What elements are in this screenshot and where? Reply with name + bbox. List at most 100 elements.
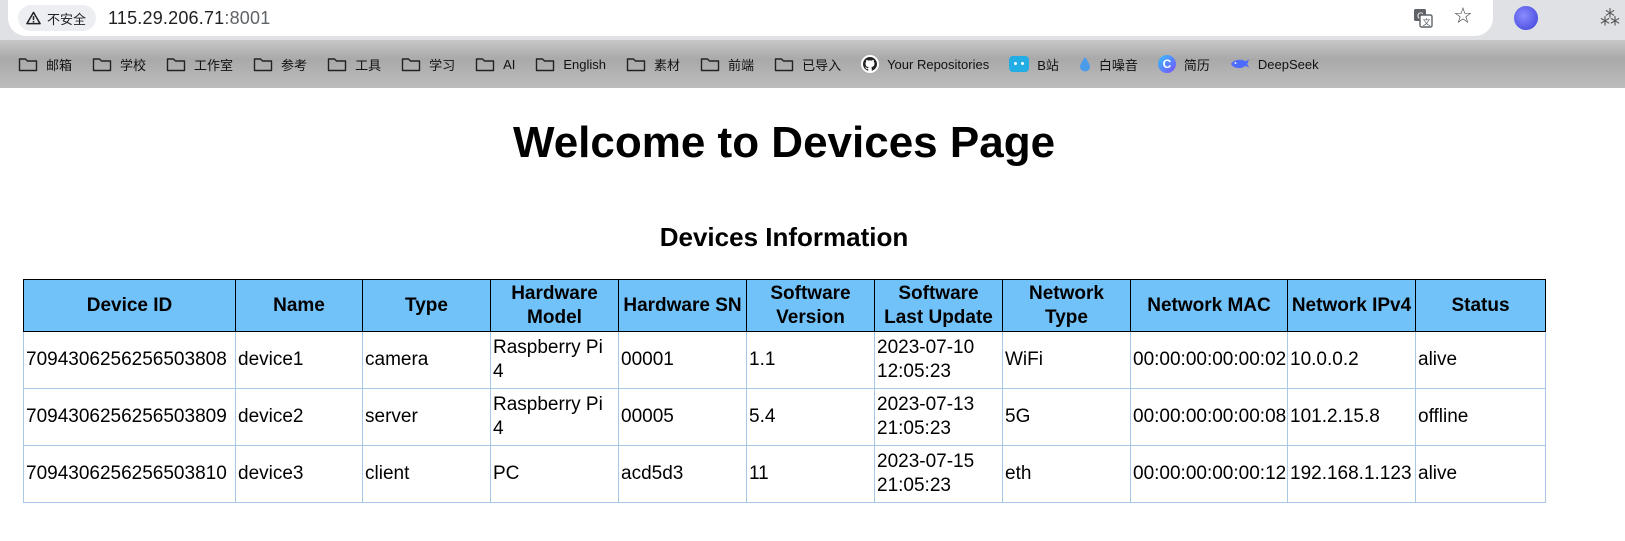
bookmark-label: Your Repositories xyxy=(887,56,990,72)
deepseek-whale-icon xyxy=(1230,57,1250,71)
table-cell: 00:00:00:00:00:12 xyxy=(1130,445,1288,503)
bookmark-item[interactable]: 工具 xyxy=(319,49,389,79)
bookmark-item[interactable]: English xyxy=(527,49,614,79)
bookmark-label: 学校 xyxy=(120,57,147,73)
bookmark-label: B站 xyxy=(1037,57,1059,73)
table-cell: 11 xyxy=(746,445,875,503)
folder-icon xyxy=(626,56,646,72)
table-cell: offline xyxy=(1415,388,1546,446)
table-cell: 2023-07-13 21:05:23 xyxy=(874,388,1003,446)
bookmark-label: 已导入 xyxy=(802,57,842,73)
resume-app-icon: C xyxy=(1157,55,1176,73)
bilibili-icon xyxy=(1009,56,1030,72)
folder-icon xyxy=(253,56,273,72)
column-header: Name xyxy=(235,279,363,332)
table-cell: 00:00:00:00:00:02 xyxy=(1130,331,1288,389)
table-cell: 5G xyxy=(1002,388,1131,446)
table-cell: 7094306256256503810 xyxy=(23,445,236,503)
folder-icon xyxy=(327,56,347,72)
url-port: :8001 xyxy=(224,8,271,28)
bookmark-item[interactable]: 工作室 xyxy=(158,49,241,79)
bookmark-item[interactable]: B站 xyxy=(1001,49,1067,79)
bookmark-label: 参考 xyxy=(281,57,308,73)
table-cell: 5.4 xyxy=(746,388,875,446)
bookmark-label: 白噪音 xyxy=(1098,57,1138,73)
bookmark-label: 学习 xyxy=(429,57,456,73)
bookmark-item[interactable]: C 简历 xyxy=(1150,49,1218,79)
bookmark-label: 素材 xyxy=(654,57,681,73)
column-header: Software Version xyxy=(746,279,875,332)
bookmark-label: AI xyxy=(503,56,516,72)
table-cell: device3 xyxy=(235,445,363,503)
folder-icon xyxy=(700,56,720,72)
table-cell: eth xyxy=(1002,445,1131,503)
folder-icon xyxy=(774,56,794,72)
table-cell: WiFi xyxy=(1002,331,1131,389)
bookmark-item[interactable]: Your Repositories xyxy=(853,49,997,79)
table-cell: 1.1 xyxy=(746,331,875,389)
column-header: Status xyxy=(1415,279,1546,332)
table-header-row: Device ID Name Type Hardware Model Hardware … xyxy=(23,279,1546,332)
security-label: 不安全 xyxy=(47,11,87,27)
table-cell: 101.2.15.8 xyxy=(1287,388,1416,446)
folder-icon xyxy=(166,56,186,72)
table-cell: alive xyxy=(1415,445,1546,503)
bookmark-star-icon[interactable]: ☆ xyxy=(1452,3,1474,28)
url-host: 115.29.206.71 xyxy=(108,8,225,28)
translate-icon[interactable]: G 文 xyxy=(1412,7,1434,29)
table-cell: 00005 xyxy=(618,388,747,446)
warning-icon xyxy=(26,11,41,25)
page-title: Welcome to Devices Page xyxy=(512,118,1056,167)
bookmark-item[interactable]: 学校 xyxy=(84,49,154,79)
extension-icon[interactable]: ⁂ xyxy=(1600,6,1620,31)
table-cell: device1 xyxy=(235,331,363,389)
folder-icon xyxy=(535,56,555,72)
table-cell: 192.168.1.123 xyxy=(1287,445,1416,503)
bookmark-item[interactable]: 素材 xyxy=(618,49,688,79)
bookmark-item[interactable]: DeepSeek xyxy=(1222,49,1327,79)
table-cell: 2023-07-10 12:05:23 xyxy=(874,331,1003,389)
bookmark-item[interactable]: 参考 xyxy=(245,49,315,79)
column-header: Type xyxy=(362,279,491,332)
bookmark-item[interactable]: 已导入 xyxy=(766,49,849,79)
bookmark-item[interactable]: 前端 xyxy=(692,49,762,79)
table-cell: server xyxy=(362,388,491,446)
table-cell: 00001 xyxy=(618,331,747,389)
table-cell: alive xyxy=(1415,331,1546,389)
security-indicator[interactable]: 不安全 xyxy=(18,5,97,31)
folder-icon xyxy=(18,56,38,72)
bookmark-item[interactable]: 邮箱 xyxy=(10,49,80,79)
section-title: Devices Information xyxy=(659,222,909,252)
water-drop-icon xyxy=(1079,56,1091,72)
table-cell: device2 xyxy=(235,388,363,446)
bookmark-item[interactable]: AI xyxy=(467,49,523,79)
omnibox[interactable]: 不安全 115.29.206.71:8001 G 文 ☆ xyxy=(8,0,1493,36)
bookmark-label: 简历 xyxy=(1183,57,1210,73)
column-header: Software Last Update xyxy=(874,279,1003,332)
address-bar-strip: 不安全 115.29.206.71:8001 G 文 ☆ ⁂ xyxy=(0,0,1625,40)
profile-avatar-icon[interactable] xyxy=(1514,6,1538,30)
column-header: Network Type xyxy=(1002,279,1131,332)
table-row: 7094306256256503809 device2 server Raspberr… xyxy=(23,388,1546,446)
table-cell: Raspberry Pi 4 xyxy=(490,331,619,389)
column-header: Network MAC xyxy=(1130,279,1288,332)
github-icon xyxy=(861,55,880,73)
bookmarks-bar: 邮箱 学校 工作室 参考 工具 学习 AI English 素材 前端 已导入 Your Reposi… xyxy=(0,40,1625,88)
table-cell: Raspberry Pi 4 xyxy=(490,388,619,446)
bookmark-item[interactable]: 学习 xyxy=(393,49,463,79)
table-row: 7094306256256503810 device3 client PC acd5d3… xyxy=(23,445,1546,503)
bookmark-label: 前端 xyxy=(728,57,755,73)
table-cell: 2023-07-15 21:05:23 xyxy=(874,445,1003,503)
url-text[interactable]: 115.29.206.71:8001 xyxy=(108,8,270,29)
folder-icon xyxy=(401,56,421,72)
table-cell: acd5d3 xyxy=(618,445,747,503)
svg-text:文: 文 xyxy=(1423,17,1431,27)
table-cell: PC xyxy=(490,445,619,503)
table-cell: 7094306256256503809 xyxy=(23,388,236,446)
bookmark-label: English xyxy=(563,56,607,72)
bookmark-label: 邮箱 xyxy=(46,57,73,73)
folder-icon xyxy=(92,56,112,72)
table-cell: 7094306256256503808 xyxy=(23,331,236,389)
bookmark-item[interactable]: 白噪音 xyxy=(1071,49,1146,79)
column-header: Hardware Model xyxy=(490,279,619,332)
